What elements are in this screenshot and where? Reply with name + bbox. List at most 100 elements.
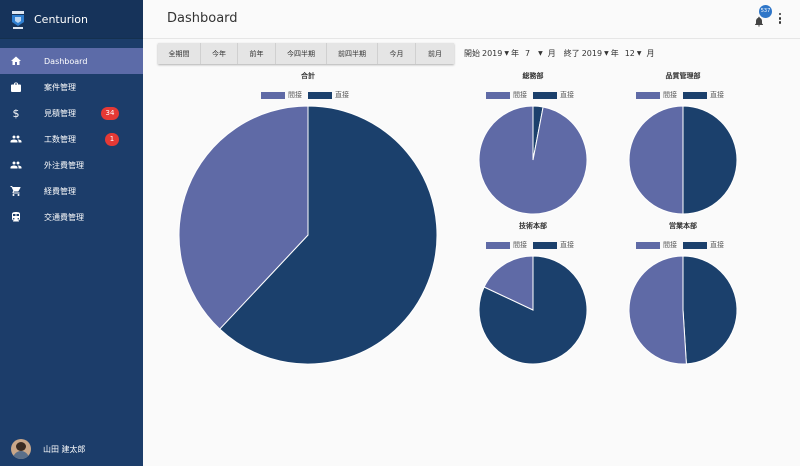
pie-slice-indirect[interactable] xyxy=(628,105,684,215)
chevron-down-icon: ▼ xyxy=(604,50,609,57)
start-year-value: 2019 xyxy=(482,49,503,58)
sidebar-item-expenses[interactable]: 経費管理 xyxy=(0,178,143,204)
start-year-select[interactable]: 2019 ▼ xyxy=(482,49,509,58)
sidebar-item-estimates[interactable]: $ 見積管理 34 xyxy=(0,100,143,126)
end-year-select[interactable]: 2019 ▼ xyxy=(582,49,609,58)
legend-label: 直接 xyxy=(335,91,349,99)
pie-slice-indirect[interactable] xyxy=(478,105,588,215)
end-month-select[interactable]: 12 ▼ xyxy=(625,49,642,58)
legend-swatch-indirect xyxy=(636,241,660,249)
legend-item-direct[interactable]: 直接 xyxy=(308,90,349,100)
sidebar: Centurion Dashboard 案件管理 $ 見積管理 34 工数管理 … xyxy=(0,0,143,466)
sidebar-item-dashboard[interactable]: Dashboard xyxy=(0,48,143,74)
legend-item-indirect[interactable]: 間接 xyxy=(261,90,302,100)
chevron-down-icon: ▼ xyxy=(636,50,642,57)
notification-badge: 537 xyxy=(759,5,772,18)
pie-chart-engineering xyxy=(478,255,588,365)
legend-swatch-direct xyxy=(308,91,332,99)
chart-title-engineering: 技術本部 xyxy=(519,222,547,230)
period-this-quarter-button[interactable]: 今四半期 xyxy=(276,43,327,64)
end-month-value: 12 xyxy=(624,49,635,58)
legend-swatch-direct xyxy=(683,91,707,99)
sidebar-item-projects[interactable]: 案件管理 xyxy=(0,74,143,100)
end-label: 終了 xyxy=(563,49,580,58)
sidebar-item-label: 交通費管理 xyxy=(44,212,84,222)
sidebar-nav: Dashboard 案件管理 $ 見積管理 34 工数管理 1 外注費管理 経費… xyxy=(0,48,143,230)
train-icon xyxy=(10,211,22,223)
briefcase-icon xyxy=(10,81,22,93)
month-unit-label: 月 xyxy=(547,49,556,58)
chart-legend: 間接 直接 xyxy=(636,240,730,250)
home-icon xyxy=(10,55,22,67)
chevron-down-icon: ▼ xyxy=(504,50,509,57)
period-all-button[interactable]: 全期間 xyxy=(158,43,201,64)
sidebar-item-outsourcing[interactable]: 外注費管理 xyxy=(0,152,143,178)
legend-label: 間接 xyxy=(663,91,677,99)
sidebar-header: Centurion xyxy=(0,0,143,39)
legend-label: 間接 xyxy=(288,91,302,99)
top-bar: Dashboard 537 xyxy=(143,0,800,39)
period-last-quarter-button[interactable]: 前四半期 xyxy=(327,43,378,64)
legend-label: 直接 xyxy=(710,91,724,99)
pie-chart-total xyxy=(178,105,438,365)
app-name: Centurion xyxy=(34,12,88,26)
pie-chart-sales xyxy=(628,255,738,365)
legend-item-direct[interactable]: 直接 xyxy=(683,90,724,100)
legend-swatch-indirect xyxy=(261,91,285,99)
chevron-down-icon: ▼ xyxy=(538,50,543,57)
sidebar-item-label: 経費管理 xyxy=(44,186,76,196)
people-icon xyxy=(10,133,22,145)
chart-legend: 間接 直接 xyxy=(636,90,730,100)
estimates-count-badge: 34 xyxy=(101,106,119,120)
legend-label: 直接 xyxy=(560,241,574,249)
legend-item-direct[interactable]: 直接 xyxy=(533,90,574,100)
sidebar-item-workhours[interactable]: 工数管理 1 xyxy=(0,126,143,152)
year-unit-label: 年 xyxy=(610,49,619,58)
legend-label: 直接 xyxy=(710,241,724,249)
sidebar-item-label: 見積管理 xyxy=(44,108,76,118)
cart-icon xyxy=(10,185,22,197)
period-this-month-button[interactable]: 今月 xyxy=(378,43,416,64)
legend-swatch-indirect xyxy=(486,91,510,99)
legend-label: 間接 xyxy=(513,241,527,249)
sidebar-item-label: Dashboard xyxy=(44,56,88,66)
sidebar-item-travel[interactable]: 交通費管理 xyxy=(0,204,143,230)
centurion-logo-icon xyxy=(12,11,24,29)
legend-item-indirect[interactable]: 間接 xyxy=(636,90,677,100)
sidebar-item-label: 案件管理 xyxy=(44,82,76,92)
page-title: Dashboard xyxy=(167,11,238,26)
sidebar-item-label: 工数管理 xyxy=(44,134,76,144)
chart-title-quality: 品質管理部 xyxy=(665,72,701,80)
start-month-select[interactable]: 7 ▼ xyxy=(525,49,543,58)
pie-chart-quality xyxy=(628,105,738,215)
period-last-year-button[interactable]: 前年 xyxy=(238,43,276,64)
user-profile[interactable]: 山田 建太郎 xyxy=(0,432,143,466)
pie-slice-direct[interactable] xyxy=(682,105,738,215)
legend-swatch-direct xyxy=(533,91,557,99)
legend-swatch-direct xyxy=(683,241,707,249)
period-last-month-button[interactable]: 前月 xyxy=(416,43,454,64)
legend-item-indirect[interactable]: 間接 xyxy=(486,240,527,250)
legend-label: 間接 xyxy=(513,91,527,99)
legend-item-direct[interactable]: 直接 xyxy=(533,240,574,250)
legend-item-indirect[interactable]: 間接 xyxy=(486,90,527,100)
legend-swatch-indirect xyxy=(486,241,510,249)
avatar xyxy=(11,439,31,459)
more-vert-icon[interactable] xyxy=(777,13,783,26)
people-icon xyxy=(10,159,22,171)
start-month-value: 7 xyxy=(524,49,531,58)
pie-slice-direct[interactable] xyxy=(682,255,738,365)
legend-label: 直接 xyxy=(560,91,574,99)
start-label: 開始 xyxy=(464,49,480,58)
sidebar-item-label: 外注費管理 xyxy=(44,160,84,170)
pie-slice-indirect[interactable] xyxy=(628,255,687,365)
workhours-count-badge: 1 xyxy=(105,132,119,146)
month-unit-label: 月 xyxy=(646,49,655,58)
period-this-year-button[interactable]: 今年 xyxy=(201,43,238,64)
legend-item-direct[interactable]: 直接 xyxy=(683,240,724,250)
period-button-group: 全期間 今年 前年 今四半期 前四半期 今月 前月 xyxy=(158,43,454,64)
dollar-icon: $ xyxy=(12,106,20,120)
user-name: 山田 建太郎 xyxy=(43,444,86,454)
chart-title-general-affairs: 総務部 xyxy=(522,72,544,80)
legend-item-indirect[interactable]: 間接 xyxy=(636,240,677,250)
